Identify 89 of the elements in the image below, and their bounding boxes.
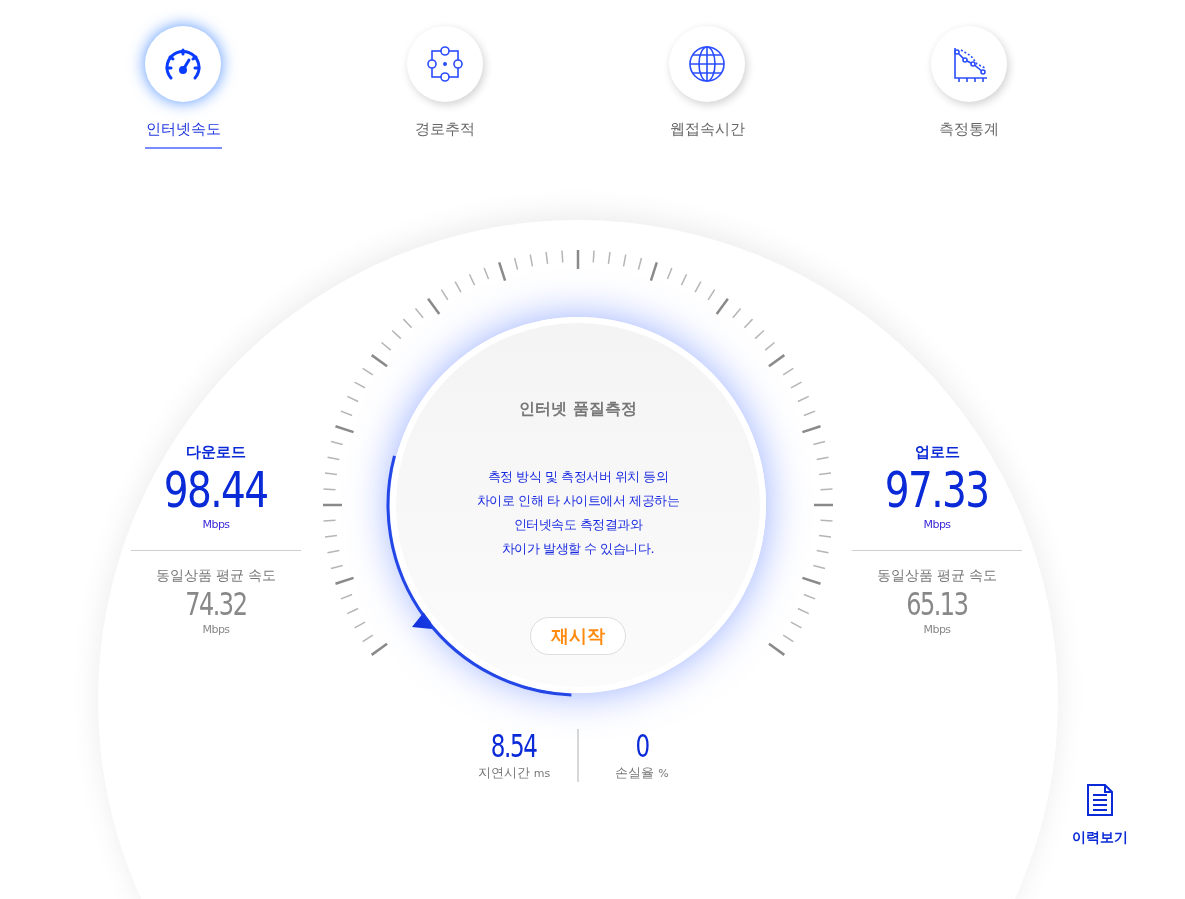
tick-mark xyxy=(322,519,337,522)
tick-mark xyxy=(797,607,810,614)
tick-mark xyxy=(818,471,832,475)
tick-mark xyxy=(812,564,826,569)
tick-mark xyxy=(743,317,754,329)
tick-mark xyxy=(322,487,337,490)
tick-mark xyxy=(637,256,643,270)
tick-mark xyxy=(561,249,564,263)
tick-mark xyxy=(680,273,688,286)
tick-mark xyxy=(335,424,354,433)
tick-mark xyxy=(694,280,702,293)
stat-label: 지연시간 xyxy=(477,763,530,782)
speed-label: 업로드 xyxy=(914,441,960,463)
tick-mark xyxy=(818,534,832,538)
speed-value: 98.44 xyxy=(164,463,268,517)
tick-mark xyxy=(815,455,830,460)
tick-mark xyxy=(666,266,673,280)
speed-value: 97.33 xyxy=(885,463,989,517)
tick-mark xyxy=(607,250,611,265)
tick-mark xyxy=(797,395,810,402)
stat-unit: ms xyxy=(533,765,551,782)
tick-mark xyxy=(454,280,462,293)
tick-mark xyxy=(326,455,341,460)
tick-mark xyxy=(732,307,742,318)
tick-mark xyxy=(622,253,627,267)
tick-mark xyxy=(335,576,354,585)
tick-mark xyxy=(802,424,821,433)
tick-mark xyxy=(790,380,803,389)
tab-icon-button[interactable] xyxy=(931,26,1007,102)
stat-value: 8.54 xyxy=(491,728,537,763)
tick-mark xyxy=(483,266,490,280)
tick-mark xyxy=(498,261,507,281)
tick-mark xyxy=(815,549,830,554)
tick-mark xyxy=(380,341,392,351)
tick-mark xyxy=(391,329,402,339)
gauge-title: 인터넷 품질측정 xyxy=(519,397,637,420)
tick-mark xyxy=(346,395,359,402)
tab[interactable]: 경로추적 xyxy=(415,118,475,149)
tick-mark xyxy=(592,249,595,263)
average-label: 동일상품 평균 속도 xyxy=(155,565,277,585)
average-label: 동일상품 평균 속도 xyxy=(876,565,998,585)
history-button[interactable]: 이력보기 xyxy=(1072,783,1128,848)
tick-mark xyxy=(802,576,821,585)
tick-mark xyxy=(814,503,833,506)
stat-unit: % xyxy=(658,765,669,782)
tick-mark xyxy=(803,409,816,416)
tick-mark xyxy=(346,607,359,614)
tick-mark xyxy=(819,519,834,522)
tab-icon-button[interactable] xyxy=(669,26,745,102)
tick-mark xyxy=(340,409,353,416)
tick-mark xyxy=(324,534,338,538)
tick-mark xyxy=(353,620,366,629)
stat-value: 0 xyxy=(635,728,649,763)
tab[interactable]: 측정통계 xyxy=(939,118,999,149)
tick-mark xyxy=(764,341,776,351)
tick-mark xyxy=(353,380,366,389)
tick-mark xyxy=(529,253,534,267)
tick-mark xyxy=(513,256,519,270)
tab[interactable]: 인터넷속도 xyxy=(144,118,222,149)
tick-mark xyxy=(323,503,342,506)
tick-mark xyxy=(754,329,765,339)
tick-mark xyxy=(326,549,341,554)
average-value: 65.13 xyxy=(906,585,968,622)
notice-text: 측정 방식 및 측정서버 위치 등의 차이로 인해 타 사이트에서 제공하는 인터넷속도 측정결과와 차이가 발생할 수 있습니다. xyxy=(477,467,679,558)
speed-label: 다운로드 xyxy=(186,441,246,463)
average-value: 74.32 xyxy=(185,585,247,622)
tick-mark xyxy=(402,317,413,329)
tab-icon-button[interactable] xyxy=(145,26,221,102)
tick-mark xyxy=(324,471,338,475)
average-unit: Mbps xyxy=(202,621,230,638)
tick-mark xyxy=(330,564,344,569)
tick-mark xyxy=(468,273,476,286)
tick-mark xyxy=(576,249,580,269)
tick-mark xyxy=(790,620,803,629)
tick-mark xyxy=(812,440,826,445)
tab-icon-button[interactable] xyxy=(407,26,483,102)
average-unit: Mbps xyxy=(923,621,951,638)
tick-mark xyxy=(340,593,353,600)
stat-label: 손실율 xyxy=(615,763,655,782)
tick-mark xyxy=(819,487,834,490)
tab[interactable]: 웹접속시간 xyxy=(669,118,745,149)
tick-mark xyxy=(545,250,549,265)
speed-unit: Mbps xyxy=(923,517,951,533)
tick-mark xyxy=(414,307,424,318)
tick-mark xyxy=(803,593,816,600)
speed-unit: Mbps xyxy=(202,517,230,533)
tick-mark xyxy=(649,261,658,281)
tick-mark xyxy=(330,440,344,445)
document-icon xyxy=(1085,783,1115,817)
